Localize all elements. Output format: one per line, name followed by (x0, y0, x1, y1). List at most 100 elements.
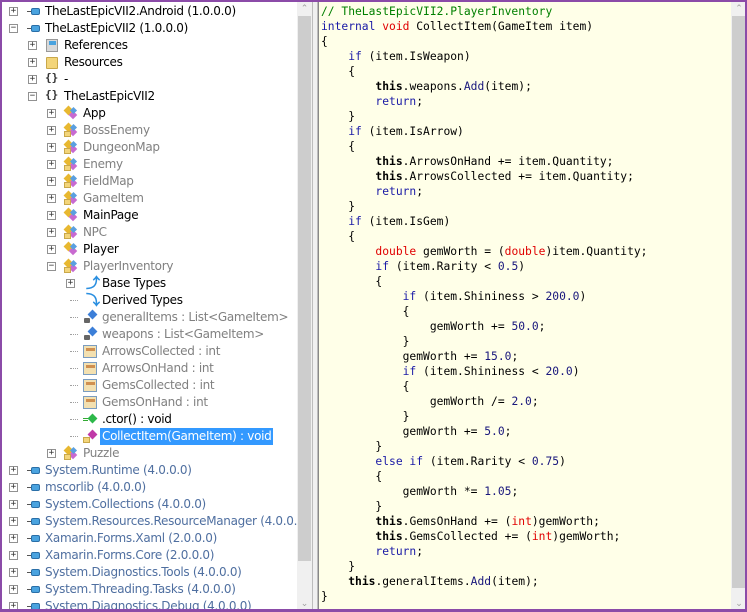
tree-node-label[interactable]: DungeonMap (81, 139, 162, 156)
expand-icon[interactable]: + (28, 41, 37, 50)
expand-icon[interactable]: + (9, 7, 18, 16)
expand-icon[interactable]: + (28, 58, 37, 67)
tree-node[interactable]: + App (2, 105, 298, 122)
tree-node[interactable]: + DungeonMap (2, 139, 298, 156)
scroll-down-arrow-icon[interactable]: ⌄ (731, 597, 745, 609)
tree-node-label[interactable]: FieldMap (81, 173, 136, 190)
tree-node-label[interactable]: TheLastEpicVII2.Android (1.0.0.0) (43, 3, 238, 20)
collapse-icon[interactable]: − (47, 262, 56, 271)
tree-node-label[interactable]: mscorlib (4.0.0.0) (43, 479, 148, 496)
tree-node-label[interactable]: PlayerInventory (81, 258, 175, 275)
tree-node-label[interactable]: Derived Types (100, 292, 185, 309)
tree-node-label[interactable]: ArrowsOnHand : int (100, 360, 216, 377)
tree-node-label[interactable]: ArrowsCollected : int (100, 343, 222, 360)
tree-node-label[interactable]: System.Diagnostics.Tools (4.0.0.0) (43, 564, 244, 581)
tree-node-label[interactable]: .ctor() : void (100, 411, 174, 428)
tree-node[interactable]: −{} TheLastEpicVII2 (2, 88, 298, 105)
expand-icon[interactable]: + (9, 585, 18, 594)
tree-node[interactable]: + {} - (2, 71, 298, 88)
tree-node[interactable]: GemsCollected : int (2, 377, 298, 394)
tree-node-label[interactable]: References (62, 37, 130, 54)
tree-node[interactable]: + References (2, 37, 298, 54)
tree-node[interactable]: + NPC (2, 224, 298, 241)
tree-node[interactable]: + GameItem (2, 190, 298, 207)
tree-node[interactable]: + System.Diagnostics.Tools (4.0.0.0) (2, 564, 298, 581)
tree-node[interactable]: ⤵ Derived Types (2, 292, 298, 309)
tree-node[interactable]: GemsOnHand : int (2, 394, 298, 411)
tree-node[interactable]: + Enemy (2, 156, 298, 173)
tree-scrollbar[interactable]: ⌃ ⌄ (297, 2, 312, 609)
tree-node-label[interactable]: GameItem (81, 190, 146, 207)
tree-node[interactable]: .ctor() : void (2, 411, 298, 428)
code-view[interactable]: // TheLastEpicVII2.PlayerInventory intern… (318, 2, 731, 609)
tree-node-label[interactable]: MainPage (81, 207, 140, 224)
tree-node-label[interactable]: System.Runtime (4.0.0.0) (43, 462, 194, 479)
expand-icon[interactable]: + (47, 109, 56, 118)
tree-node-label[interactable]: TheLastEpicVII2 (1.0.0.0) (43, 20, 190, 37)
tree-node-label[interactable]: GemsCollected : int (100, 377, 216, 394)
tree-node[interactable]: + System.Threading.Tasks (4.0.0.0) (2, 581, 298, 598)
expand-icon[interactable]: + (47, 211, 56, 220)
assembly-tree[interactable]: + TheLastEpicVII2.Android (1.0.0.0) − TheLa… (2, 2, 298, 609)
tree-node[interactable]: + Xamarin.Forms.Core (2.0.0.0) (2, 547, 298, 564)
expand-icon[interactable]: + (28, 75, 37, 84)
tree-node-label[interactable]: generalItems : List<GameItem> (100, 309, 290, 326)
expand-icon[interactable]: + (47, 126, 56, 135)
tree-node-label[interactable]: Resources (62, 54, 125, 71)
tree-node[interactable]: + System.Collections (4.0.0.0) (2, 496, 298, 513)
tree-node[interactable]: ArrowsCollected : int (2, 343, 298, 360)
tree-node[interactable]: generalItems : List<GameItem> (2, 309, 298, 326)
expand-icon[interactable]: + (47, 228, 56, 237)
tree-node[interactable]: + TheLastEpicVII2.Android (1.0.0.0) (2, 3, 298, 20)
tree-node[interactable]: + Player (2, 241, 298, 258)
tree-node-label[interactable]: Base Types (100, 275, 168, 292)
tree-node-label[interactable]: CollectItem(GameItem) : void (100, 428, 274, 445)
tree-node[interactable]: + BossEnemy (2, 122, 298, 139)
tree-node[interactable]: + System.Diagnostics.Debug (4.0.0.0) (2, 598, 298, 609)
tree-node[interactable]: − TheLastEpicVII2 (1.0.0.0) (2, 20, 298, 37)
tree-node[interactable]: + ⤴ Base Types (2, 275, 298, 292)
tree-node-label[interactable]: Enemy (81, 156, 125, 173)
expand-icon[interactable]: + (47, 245, 56, 254)
tree-node-label[interactable]: TheLastEpicVII2 (62, 88, 157, 105)
expand-icon[interactable]: + (9, 517, 18, 526)
collapse-icon[interactable]: − (28, 92, 37, 101)
expand-icon[interactable]: + (47, 449, 56, 458)
expand-icon[interactable]: + (66, 279, 75, 288)
tree-node[interactable]: + Puzzle (2, 445, 298, 462)
expand-icon[interactable]: + (47, 194, 56, 203)
tree-node-label[interactable]: System.Resources.ResourceManager (4.0.0.… (43, 513, 298, 530)
tree-node[interactable]: + mscorlib (4.0.0.0) (2, 479, 298, 496)
tree-node-label[interactable]: System.Threading.Tasks (4.0.0.0) (43, 581, 238, 598)
scroll-down-arrow-icon[interactable]: ⌄ (297, 597, 312, 609)
tree-node-label[interactable]: Player (81, 241, 121, 258)
tree-node[interactable]: + FieldMap (2, 173, 298, 190)
tree-node[interactable]: − PlayerInventory (2, 258, 298, 275)
expand-icon[interactable]: + (9, 534, 18, 543)
tree-node-label[interactable]: App (81, 105, 108, 122)
tree-node[interactable]: + Resources (2, 54, 298, 71)
code-scrollbar-thumb[interactable] (732, 16, 745, 588)
tree-node-label[interactable]: Puzzle (81, 445, 121, 462)
tree-node-label[interactable]: Xamarin.Forms.Core (2.0.0.0) (43, 547, 216, 564)
expand-icon[interactable]: + (9, 551, 18, 560)
tree-node-label[interactable]: System.Diagnostics.Debug (4.0.0.0) (43, 598, 253, 609)
tree-node[interactable]: + System.Runtime (4.0.0.0) (2, 462, 298, 479)
code-token[interactable]: Add (471, 575, 491, 588)
tree-node-label[interactable]: weapons : List<GameItem> (100, 326, 266, 343)
tree-node-label[interactable]: NPC (81, 224, 109, 241)
tree-node[interactable]: + MainPage (2, 207, 298, 224)
expand-icon[interactable]: + (9, 602, 18, 609)
tree-node-label[interactable]: Xamarin.Forms.Xaml (2.0.0.0) (43, 530, 219, 547)
collapse-icon[interactable]: − (9, 24, 18, 33)
tree-node[interactable]: weapons : List<GameItem> (2, 326, 298, 343)
tree-node[interactable]: + Xamarin.Forms.Xaml (2.0.0.0) (2, 530, 298, 547)
tree-scrollbar-thumb[interactable] (298, 16, 311, 561)
code-scrollbar[interactable]: ⌃ ⌄ (731, 2, 745, 609)
code-token[interactable]: Add (464, 80, 484, 93)
tree-node-label[interactable]: GemsOnHand : int (100, 394, 210, 411)
tree-node-label[interactable]: - (62, 71, 70, 88)
expand-icon[interactable]: + (9, 483, 18, 492)
scroll-up-arrow-icon[interactable]: ⌃ (297, 2, 312, 16)
expand-icon[interactable]: + (47, 160, 56, 169)
